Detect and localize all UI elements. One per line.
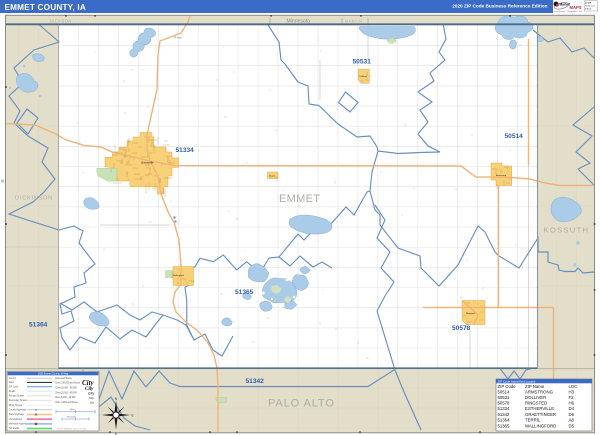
svg-text:RINGSTED: RINGSTED (525, 400, 547, 405)
svg-text:51364: 51364 (498, 418, 511, 423)
svg-text:50578: 50578 (452, 325, 471, 332)
svg-text:ZIP Code: ZIP Code (498, 384, 517, 389)
svg-text:50578: 50578 (498, 400, 511, 405)
svg-text:City: City (82, 379, 95, 387)
svg-text:Estherville: Estherville (142, 161, 155, 165)
svg-text:Toll Roads: Toll Roads (9, 428, 20, 430)
svg-text:Minnesota: Minnesota (287, 19, 311, 25)
svg-text:F2: F2 (569, 395, 575, 400)
svg-text:D6: D6 (569, 412, 575, 417)
svg-text:51334: 51334 (176, 147, 195, 154)
svg-text:Ringsted: Ringsted (466, 312, 475, 315)
svg-text:51364: 51364 (29, 322, 48, 329)
svg-text:City: City (88, 391, 94, 395)
svg-text:A8: A8 (569, 418, 575, 423)
svg-text:51365: 51365 (235, 289, 254, 296)
svg-text:ESTHERVILLE: ESTHERVILLE (525, 406, 554, 411)
svg-text:DICKINSON: DICKINSON (15, 196, 53, 202)
svg-text:50514: 50514 (498, 389, 511, 394)
svg-text:ARMSTRONG: ARMSTRONG (525, 389, 554, 394)
svg-text:50531: 50531 (353, 58, 372, 65)
svg-text:US Highways: US Highways (9, 419, 23, 421)
svg-text:51365: 51365 (498, 423, 511, 428)
svg-text:D5: D5 (569, 423, 575, 428)
svg-text:Armstrong: Armstrong (496, 174, 507, 177)
svg-text:DOLLIVER: DOLLIVER (525, 395, 546, 400)
svg-text:H6: H6 (569, 400, 575, 405)
svg-text:Miles: Miles (70, 409, 75, 411)
svg-text:EMMET: EMMET (279, 193, 320, 205)
svg-text:D4: D4 (569, 406, 575, 411)
svg-text:JACKSON: JACKSON (49, 18, 72, 23)
svg-text:ZIP Code Index/Grid Locator: ZIP Code Index/Grid Locator (498, 380, 536, 384)
svg-text:MARTIN: MARTIN (345, 18, 362, 23)
svg-text:KOSSUTH: KOSSUTH (544, 226, 590, 235)
svg-text:51342: 51342 (498, 412, 511, 417)
svg-text:50514: 50514 (505, 133, 524, 140)
svg-text:2020 ZIP Code Business Referen: 2020 ZIP Code Business Reference Edition (452, 4, 547, 9)
svg-text:City: City (89, 396, 94, 400)
svg-text:Scale 1:158,400 1 inch = 2.5: Scale 1:158,400 1 inch = 2.5 miles (57, 429, 86, 431)
svg-text:ZIP Code: ZIP Code (9, 386, 19, 388)
svg-text:Dolliver: Dolliver (360, 75, 368, 78)
svg-text:MAPS: MAPS (570, 5, 582, 10)
svg-text:PALO ALTO: PALO ALTO (268, 398, 335, 410)
svg-text:50531: 50531 (498, 395, 511, 400)
svg-text:EMMET COUNTY, IA: EMMET COUNTY, IA (5, 3, 86, 12)
svg-text:TERRIL: TERRIL (525, 418, 541, 423)
svg-text:GRAETTINGER: GRAETTINGER (525, 412, 556, 417)
svg-text:51334: 51334 (498, 406, 511, 411)
svg-text:H3: H3 (569, 389, 575, 394)
svg-text:ZIP Name: ZIP Name (525, 384, 545, 389)
svg-text:Gruver: Gruver (269, 176, 275, 178)
svg-text:WALLINGFORD: WALLINGFORD (525, 423, 556, 428)
svg-text:Roads: Roads (9, 391, 16, 393)
svg-text:Wallingford: Wallingford (173, 274, 185, 277)
svg-text:LOC: LOC (569, 384, 578, 389)
svg-text:51342: 51342 (246, 378, 265, 385)
svg-text:50 ZIP: 50 ZIP (585, 3, 592, 5)
svg-text:2020 Emmet County, IA Map: 2020 Emmet County, IA Map (38, 373, 69, 376)
